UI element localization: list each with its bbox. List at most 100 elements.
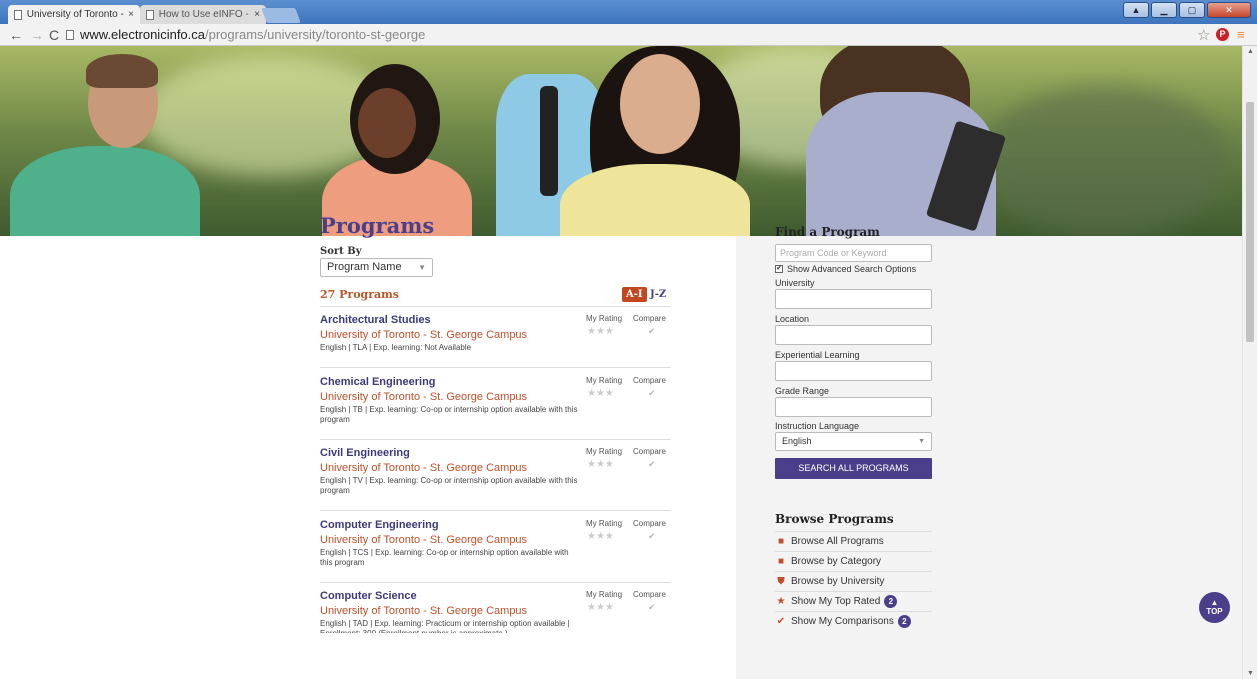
top-label: TOP — [1206, 607, 1223, 616]
check-icon[interactable]: ✔ — [648, 459, 656, 470]
star-rating-icon[interactable]: ★★★ — [587, 326, 614, 337]
rating-label: My Rating — [586, 314, 623, 323]
keyword-search-input[interactable]: Program Code or Keyword — [775, 244, 932, 262]
forward-icon[interactable]: → — [30, 27, 44, 43]
advanced-options-label: Show Advanced Search Options — [787, 264, 917, 274]
count-badge: 2 — [884, 595, 898, 608]
pinterest-icon[interactable]: P — [1216, 28, 1229, 41]
checkbox[interactable]: ✔ — [775, 265, 783, 273]
back-icon[interactable]: ← — [9, 27, 23, 43]
close-icon[interactable]: × — [254, 9, 260, 20]
university-link[interactable]: University of Toronto - St. George Campu… — [320, 461, 671, 475]
divider — [320, 367, 671, 368]
chevron-down-icon: ▼ — [918, 438, 925, 445]
browse-by-category-link[interactable]: ■ Browse by Category — [775, 551, 932, 571]
browse-item-label: Browse by Category — [791, 556, 882, 567]
browse-item-label: Browse by University — [791, 576, 885, 587]
rating-label: My Rating — [586, 376, 623, 385]
browse-item-label: Show My Top Rated — [791, 596, 881, 607]
menu-icon[interactable]: ≡ — [1237, 27, 1245, 42]
scroll-down-icon[interactable]: ▼ — [1247, 670, 1254, 677]
experiential-learning-label: Experiential Learning — [775, 350, 860, 360]
sort-a-i-button[interactable]: A-I — [622, 287, 647, 302]
star-rating-icon[interactable]: ★★★ — [587, 531, 614, 542]
scrollbar-thumb[interactable] — [1246, 102, 1254, 342]
browse-by-university-link[interactable]: ⛊ Browse by University — [775, 571, 932, 591]
check-icon[interactable]: ✔ — [648, 388, 656, 399]
tab-title: How to Use eINFO - Vide — [158, 9, 250, 20]
page-title: Programs — [320, 213, 435, 238]
book-icon: ■ — [777, 536, 785, 547]
star-rating-icon[interactable]: ★★★ — [587, 602, 614, 613]
browse-programs-heading: Browse Programs — [775, 512, 894, 526]
browse-all-programs-link[interactable]: ■ Browse All Programs — [775, 531, 932, 551]
sort-select-value: Program Name — [327, 261, 402, 273]
scroll-to-top-button[interactable]: ▲ TOP — [1199, 592, 1230, 623]
window-close-icon[interactable]: ✕ — [1207, 2, 1251, 18]
page-icon — [66, 29, 74, 40]
window-controls: ▲ ▁ ▢ ✕ — [1123, 2, 1251, 18]
address-toolbar: ← → C www.electronicinfo.ca/programs/uni… — [0, 24, 1257, 46]
list-item: Computer Engineering University of Toron… — [320, 519, 671, 568]
instruction-language-select[interactable]: English ▼ — [775, 432, 932, 451]
url-path: /programs/university/toronto-st-george — [205, 27, 426, 42]
compare-label: Compare — [633, 590, 666, 599]
user-icon[interactable]: ▲ — [1123, 2, 1149, 18]
page-content — [0, 46, 1242, 679]
rating-label: My Rating — [586, 590, 623, 599]
check-icon[interactable]: ✔ — [648, 602, 656, 613]
language-value: English — [782, 436, 812, 446]
star-icon[interactable]: ☆ — [1197, 26, 1210, 44]
check-icon: ✔ — [776, 616, 786, 627]
grade-range-label: Grade Range — [775, 386, 830, 396]
divider — [320, 306, 671, 307]
arrow-up-icon: ▲ — [1210, 598, 1219, 607]
university-link[interactable]: University of Toronto - St. George Campu… — [320, 328, 671, 342]
rating-label: My Rating — [586, 447, 623, 456]
university-field[interactable] — [775, 289, 932, 309]
tab-active[interactable]: University of Toronto - St. × — [8, 5, 140, 24]
close-icon[interactable]: × — [128, 9, 134, 20]
sort-j-z-button[interactable]: J-Z — [650, 287, 666, 302]
show-my-top-rated-link[interactable]: ★ Show My Top Rated 2 — [775, 591, 932, 611]
star-icon: ★ — [776, 596, 786, 607]
sort-select[interactable]: Program Name ▼ — [320, 258, 433, 277]
list-item: Chemical Engineering University of Toron… — [320, 376, 671, 425]
tab-title: University of Toronto - St. — [26, 9, 124, 20]
check-icon[interactable]: ✔ — [648, 326, 656, 337]
university-link[interactable]: University of Toronto - St. George Campu… — [320, 604, 671, 618]
shield-icon: ⛊ — [777, 576, 785, 587]
address-bar[interactable]: www.electronicinfo.ca/programs/universit… — [66, 26, 1186, 43]
star-rating-icon[interactable]: ★★★ — [587, 459, 614, 470]
browse-item-label: Browse All Programs — [791, 536, 884, 547]
advanced-options-toggle[interactable]: ✔ Show Advanced Search Options — [775, 264, 916, 274]
program-meta: English | TV | Exp. learning: Co-op or i… — [320, 476, 578, 495]
maximize-icon[interactable]: ▢ — [1179, 2, 1205, 18]
star-rating-icon[interactable]: ★★★ — [587, 388, 614, 399]
browser-tab-bar: University of Toronto - St. × How to Use… — [0, 0, 1257, 24]
page-scrollbar[interactable]: ▲ ▼ — [1242, 46, 1257, 679]
tab-inactive[interactable]: How to Use eINFO - Vide × — [140, 5, 266, 24]
page-icon — [146, 9, 154, 20]
find-program-heading: Find a Program — [775, 225, 880, 239]
new-tab-button[interactable] — [261, 8, 301, 23]
page-icon — [14, 9, 22, 20]
program-meta: English | TB | Exp. learning: Co-op or i… — [320, 405, 578, 424]
hero-image — [0, 46, 1242, 236]
minimize-icon[interactable]: ▁ — [1151, 2, 1177, 18]
reload-icon[interactable]: C — [49, 27, 59, 43]
university-link[interactable]: University of Toronto - St. George Campu… — [320, 533, 671, 547]
compare-label: Compare — [633, 447, 666, 456]
program-count: 27 Programs — [320, 288, 399, 301]
check-icon[interactable]: ✔ — [648, 531, 656, 542]
grade-range-field[interactable] — [775, 397, 932, 417]
university-label: University — [775, 278, 815, 288]
book-icon: ■ — [777, 556, 785, 567]
divider — [320, 510, 671, 511]
location-field[interactable] — [775, 325, 932, 345]
experiential-learning-field[interactable] — [775, 361, 932, 381]
search-all-programs-button[interactable]: SEARCH ALL PROGRAMS — [775, 458, 932, 479]
university-link[interactable]: University of Toronto - St. George Campu… — [320, 390, 671, 404]
show-my-comparisons-link[interactable]: ✔ Show My Comparisons 2 — [775, 611, 932, 631]
scroll-up-icon[interactable]: ▲ — [1247, 48, 1254, 55]
